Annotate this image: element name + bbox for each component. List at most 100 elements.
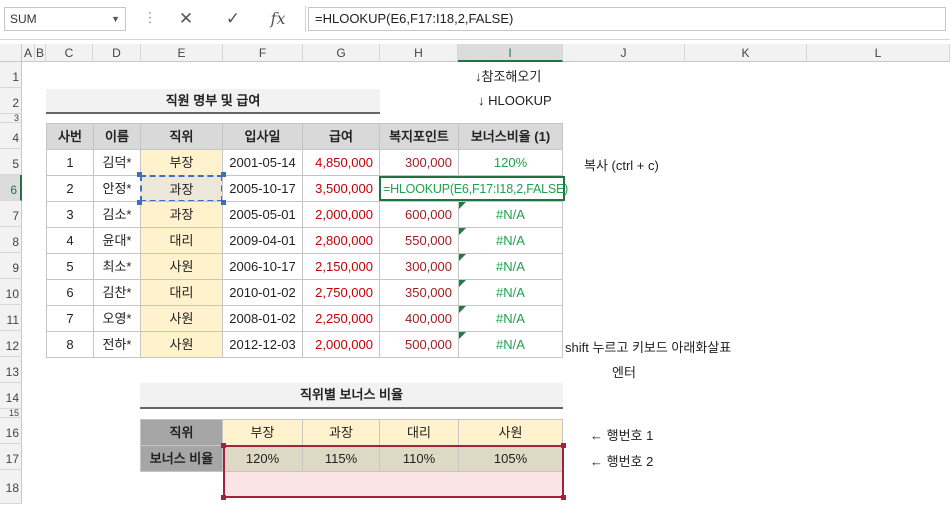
table-cell[interactable]: 사원 bbox=[140, 331, 223, 358]
table-cell[interactable]: 사원 bbox=[140, 253, 223, 280]
table-cell[interactable]: 300,000 bbox=[379, 149, 459, 176]
range-handle-icon[interactable] bbox=[561, 495, 566, 500]
table-cell[interactable]: 김소* bbox=[93, 201, 141, 228]
table-cell[interactable]: 윤대* bbox=[93, 227, 141, 254]
table-cell[interactable]: 2005-10-17 bbox=[222, 175, 303, 202]
table-cell[interactable]: 2,150,000 bbox=[302, 253, 380, 280]
row-header-7[interactable]: 7 bbox=[0, 201, 22, 227]
column-header-h[interactable]: H bbox=[380, 44, 458, 62]
row-header-17[interactable]: 17 bbox=[0, 444, 22, 470]
row-header-8[interactable]: 8 bbox=[0, 227, 22, 253]
table-cell[interactable]: 3,500,000 bbox=[302, 175, 380, 202]
table-cell[interactable]: 2001-05-14 bbox=[222, 149, 303, 176]
column-header-j[interactable]: J bbox=[563, 44, 685, 62]
table-cell[interactable]: 7 bbox=[46, 305, 94, 332]
row-header-3[interactable]: 3 bbox=[0, 114, 22, 123]
row-header-1[interactable]: 1 bbox=[0, 62, 22, 88]
table-cell[interactable]: #N/A bbox=[458, 331, 563, 358]
name-box[interactable]: SUM ▼ bbox=[4, 7, 126, 31]
bonus-position-cell[interactable]: 사원 bbox=[458, 419, 563, 446]
table-cell[interactable]: 2,800,000 bbox=[302, 227, 380, 254]
table-cell[interactable]: 4,850,000 bbox=[302, 149, 380, 176]
header-cell[interactable]: 이름 bbox=[93, 123, 141, 150]
column-header-i[interactable]: I bbox=[458, 44, 563, 62]
table-cell[interactable]: 김덕* bbox=[93, 149, 141, 176]
range-handle-icon[interactable] bbox=[137, 200, 142, 205]
table-cell[interactable]: 600,000 bbox=[379, 201, 459, 228]
column-header-c[interactable]: C bbox=[46, 44, 93, 62]
table-cell[interactable]: 2,000,000 bbox=[302, 331, 380, 358]
header-cell[interactable]: 급여 bbox=[302, 123, 380, 150]
range-handle-icon[interactable] bbox=[561, 443, 566, 448]
table-cell[interactable]: 대리 bbox=[140, 227, 223, 254]
table-cell[interactable]: #N/A bbox=[458, 305, 563, 332]
table-cell[interactable]: 2012-12-03 bbox=[222, 331, 303, 358]
row-header-4[interactable]: 4 bbox=[0, 123, 22, 149]
row-header-14[interactable]: 14 bbox=[0, 383, 22, 409]
table-cell[interactable]: 대리 bbox=[140, 279, 223, 306]
table-cell[interactable]: 안정* bbox=[93, 175, 141, 202]
table-cell[interactable]: 부장 bbox=[140, 149, 223, 176]
column-header-f[interactable]: F bbox=[223, 44, 303, 62]
table-cell[interactable]: #N/A bbox=[458, 279, 563, 306]
row-header-15[interactable]: 15 bbox=[0, 409, 22, 418]
header-cell[interactable]: 입사일 bbox=[222, 123, 303, 150]
row-header-18[interactable]: 18 bbox=[0, 470, 22, 504]
bonus-position-cell[interactable]: 대리 bbox=[379, 419, 459, 446]
table-cell[interactable]: 1 bbox=[46, 149, 94, 176]
column-header-a[interactable]: A bbox=[22, 44, 35, 62]
range-handle-icon[interactable] bbox=[137, 172, 142, 177]
range-handle-icon[interactable] bbox=[221, 172, 226, 177]
column-header-d[interactable]: D bbox=[93, 44, 141, 62]
table-cell[interactable]: 최소* bbox=[93, 253, 141, 280]
table-cell[interactable]: 사원 bbox=[140, 305, 223, 332]
bonus-position-cell[interactable]: 부장 bbox=[222, 419, 303, 446]
row-header-11[interactable]: 11 bbox=[0, 305, 22, 331]
table-cell[interactable]: 전하* bbox=[93, 331, 141, 358]
range-handle-icon[interactable] bbox=[221, 495, 226, 500]
table-cell[interactable]: 4 bbox=[46, 227, 94, 254]
bonus-row-label[interactable]: 직위 bbox=[140, 419, 223, 446]
table-cell[interactable]: #N/A bbox=[458, 253, 563, 280]
range-handle-icon[interactable] bbox=[221, 200, 226, 205]
bonus-table-title[interactable]: 직위별 보너스 비율 bbox=[140, 383, 563, 409]
row-header-9[interactable]: 9 bbox=[0, 253, 22, 279]
column-header-l[interactable]: L bbox=[807, 44, 950, 62]
table-cell[interactable]: 2005-05-01 bbox=[222, 201, 303, 228]
table-cell[interactable]: 오영* bbox=[93, 305, 141, 332]
drag-handle-icon[interactable]: ⋮ bbox=[143, 9, 157, 26]
table-title[interactable]: 직원 명부 및 급여 bbox=[46, 89, 380, 114]
table-cell[interactable]: 2 bbox=[46, 175, 94, 202]
table-cell[interactable]: 5 bbox=[46, 253, 94, 280]
table-cell[interactable]: 김찬* bbox=[93, 279, 141, 306]
row-header-12[interactable]: 12 bbox=[0, 331, 22, 357]
table-cell[interactable]: 120% bbox=[458, 149, 563, 176]
header-cell[interactable]: 직위 bbox=[140, 123, 223, 150]
column-header-e[interactable]: E bbox=[141, 44, 223, 62]
select-all-button[interactable] bbox=[0, 44, 22, 62]
table-cell[interactable]: #N/A bbox=[458, 227, 563, 254]
header-cell[interactable]: 보너스비율 (1) bbox=[458, 123, 563, 150]
bonus-position-cell[interactable]: 과장 bbox=[302, 419, 380, 446]
range-handle-icon[interactable] bbox=[221, 443, 226, 448]
row-header-5[interactable]: 5 bbox=[0, 149, 22, 175]
cancel-icon[interactable]: ✕ bbox=[169, 7, 203, 31]
header-cell[interactable]: 복지포인트 bbox=[379, 123, 459, 150]
table-cell[interactable]: #N/A bbox=[458, 201, 563, 228]
row-header-2[interactable]: 2 bbox=[0, 88, 22, 114]
table-cell[interactable]: 8 bbox=[46, 331, 94, 358]
table-cell[interactable]: 과장 bbox=[140, 201, 223, 228]
table-cell[interactable]: 2008-01-02 bbox=[222, 305, 303, 332]
table-cell[interactable]: 400,000 bbox=[379, 305, 459, 332]
table-cell[interactable]: 550,000 bbox=[379, 227, 459, 254]
row-header-16[interactable]: 16 bbox=[0, 418, 22, 444]
table-cell[interactable]: 2009-04-01 bbox=[222, 227, 303, 254]
table-cell[interactable]: 3 bbox=[46, 201, 94, 228]
column-header-k[interactable]: K bbox=[685, 44, 807, 62]
table-cell[interactable]: 2,250,000 bbox=[302, 305, 380, 332]
bonus-row-label[interactable]: 보너스 비율 bbox=[140, 445, 223, 472]
row-header-6[interactable]: 6 bbox=[0, 175, 22, 201]
table-cell[interactable]: 6 bbox=[46, 279, 94, 306]
column-header-g[interactable]: G bbox=[303, 44, 380, 62]
table-cell[interactable]: 300,000 bbox=[379, 253, 459, 280]
